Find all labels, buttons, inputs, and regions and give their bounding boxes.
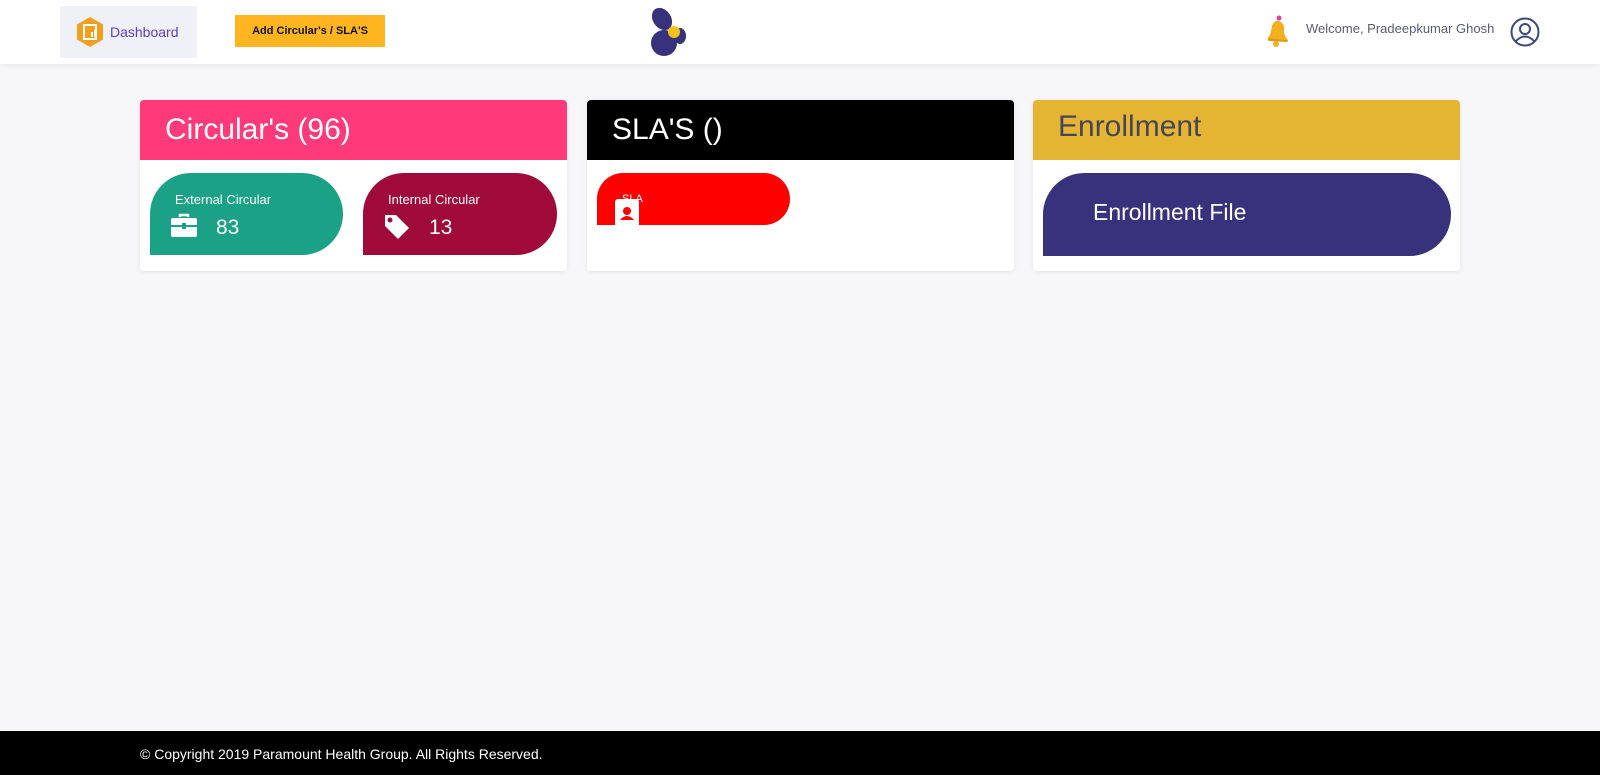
sla-tile[interactable]: SLA <box>597 173 790 227</box>
footer: © Copyright 2019 Paramount Health Group.… <box>0 731 1600 775</box>
slas-card-title: SLA'S () <box>587 100 1014 160</box>
dashboard-icon <box>74 15 106 49</box>
external-circular-count: 83 <box>216 216 240 239</box>
dashboard-label: Dashboard <box>110 24 179 40</box>
user-avatar-icon[interactable] <box>1510 17 1540 47</box>
briefcase-icon <box>170 213 198 239</box>
enrollment-card: Enrollment Enrollment File <box>1033 100 1460 271</box>
welcome-text: Welcome, Pradeepkumar Ghosh <box>1306 21 1495 36</box>
circulars-card: Circular's (96) External Circular 83 Int… <box>140 100 567 271</box>
internal-circular-count: 13 <box>429 216 453 239</box>
top-navbar: Dashboard Add Circular's / SLA'S Welcome… <box>0 0 1600 64</box>
external-circular-label: External Circular <box>175 192 272 207</box>
notification-bell-icon[interactable] <box>1262 14 1294 48</box>
internal-circular-tile[interactable]: Internal Circular 13 <box>363 173 557 255</box>
circulars-card-title: Circular's (96) <box>140 100 567 160</box>
enrollment-file-tile[interactable]: Enrollment File <box>1043 173 1451 256</box>
copyright-text: © Copyright 2019 Paramount Health Group.… <box>140 746 543 762</box>
enrollment-card-title: Enrollment <box>1033 100 1460 160</box>
enrollment-file-label: Enrollment File <box>1093 199 1247 225</box>
brand-logo <box>648 6 698 60</box>
user-badge-icon <box>615 199 639 227</box>
slas-card: SLA'S () SLA <box>587 100 1014 271</box>
external-circular-tile[interactable]: External Circular 83 <box>150 173 343 255</box>
dashboard-link[interactable]: Dashboard <box>60 6 197 58</box>
tag-icon <box>383 213 411 239</box>
internal-circular-label: Internal Circular <box>388 192 480 207</box>
add-circulars-slas-button[interactable]: Add Circular's / SLA'S <box>235 15 385 47</box>
